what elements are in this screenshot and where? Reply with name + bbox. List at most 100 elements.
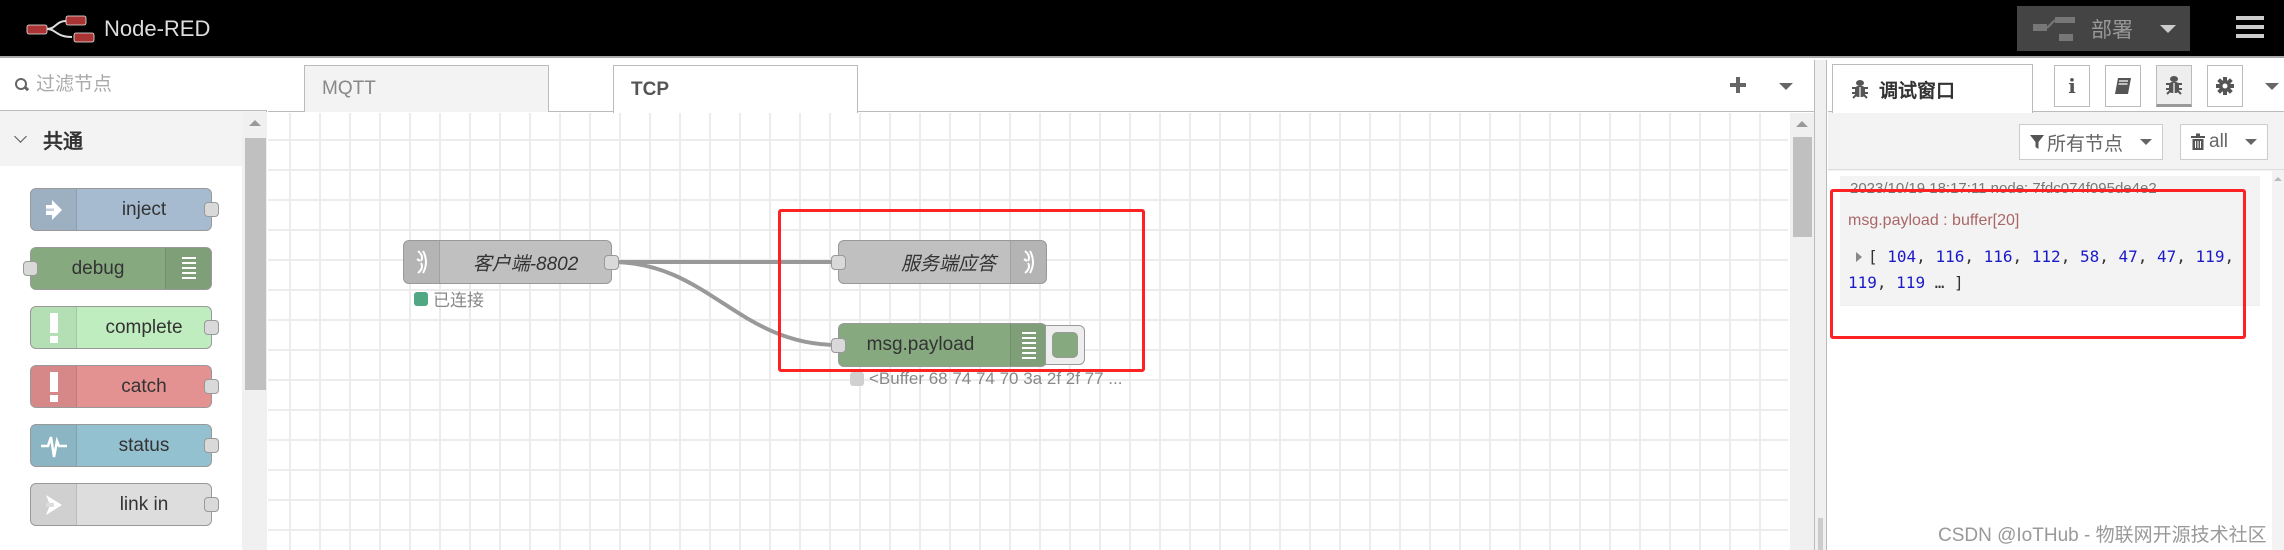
flow-canvas[interactable]: 客户端-8802 已连接 服务端应答 msg.payload <Buffer 6… bbox=[268, 113, 1788, 550]
input-port[interactable] bbox=[831, 255, 846, 270]
clear-messages-button[interactable]: all bbox=[2180, 124, 2268, 160]
filter-nodes-button[interactable]: 所有节点 bbox=[2019, 124, 2163, 160]
message-topic: msg.payload : buffer[20] bbox=[1848, 212, 2020, 229]
palette-node-inject[interactable]: inject bbox=[30, 188, 219, 231]
link-in-icon bbox=[31, 484, 77, 525]
debug-message: 2023/10/19 18:17:11 node: 7fdc074f095de4… bbox=[1840, 176, 2260, 306]
expand-arrow-icon[interactable] bbox=[1856, 252, 1862, 262]
chevron-down-icon bbox=[2245, 139, 2257, 145]
toggle-indicator bbox=[1052, 332, 1078, 358]
watermark: CSDN @IoTHub - 物联网开源技术社区 bbox=[1938, 525, 2267, 546]
tab-label: TCP bbox=[631, 78, 669, 100]
output-port[interactable] bbox=[604, 255, 619, 270]
search-icon bbox=[14, 77, 30, 93]
palette-category-header[interactable]: 共通 bbox=[0, 112, 242, 166]
palette-node-label: complete bbox=[105, 316, 183, 338]
palette-node-link-in[interactable]: link in bbox=[30, 483, 219, 526]
sidebar-tabs: 调试窗口 i bbox=[1828, 60, 2284, 113]
payload-value: 47 bbox=[2118, 247, 2138, 266]
node-status-debug: <Buffer 68 74 74 70 3a 2f 2f 77 ... bbox=[850, 369, 1122, 389]
workspace-scrollbar[interactable] bbox=[1790, 113, 1814, 550]
book-icon bbox=[2115, 78, 2131, 94]
hamburger-menu-icon[interactable] bbox=[2236, 16, 2264, 38]
status-text: 已连接 bbox=[433, 291, 484, 310]
scroll-up-icon[interactable] bbox=[1796, 121, 1808, 127]
output-port bbox=[204, 379, 219, 394]
payload-value: 116 bbox=[1983, 247, 2013, 266]
sidebar-menu-dropdown-icon[interactable] bbox=[2265, 83, 2279, 90]
sidebar-separator[interactable] bbox=[1814, 60, 1827, 550]
chevron-down-icon bbox=[14, 129, 27, 143]
resize-grip[interactable] bbox=[1818, 518, 1823, 550]
palette-node-debug[interactable]: debug bbox=[23, 247, 212, 290]
category-label: 共通 bbox=[43, 130, 83, 153]
palette-node-catch[interactable]: catch bbox=[30, 365, 219, 408]
filter-label: 所有节点 bbox=[2047, 133, 2124, 155]
deploy-label: 部署 bbox=[2091, 18, 2133, 42]
output-port bbox=[204, 497, 219, 512]
message-payload: [ 104, 116, 116, 112, 58, 47, 47, 119, 1… bbox=[1848, 247, 2235, 292]
help-button[interactable] bbox=[2105, 65, 2141, 107]
exclamation-icon bbox=[31, 366, 77, 407]
status-text: <Buffer 68 74 74 70 3a 2f 2f 77 ... bbox=[869, 369, 1123, 388]
input-port[interactable] bbox=[831, 338, 846, 353]
output-port bbox=[204, 320, 219, 335]
config-button[interactable] bbox=[2207, 65, 2243, 107]
scroll-up-icon[interactable] bbox=[2274, 177, 2282, 181]
debug-button[interactable] bbox=[2156, 65, 2192, 107]
tab-label: 调试窗口 bbox=[1879, 80, 1956, 102]
debug-message-list: 2023/10/19 18:17:11 node: 7fdc074f095de4… bbox=[1828, 171, 2284, 550]
debug-scrollbar[interactable] bbox=[2272, 171, 2284, 550]
palette-node-complete[interactable]: complete bbox=[30, 306, 219, 349]
tab-tcp[interactable]: TCP bbox=[613, 65, 858, 113]
flow-node-label: 客户端-8802 bbox=[472, 253, 579, 275]
list-icon bbox=[1010, 324, 1046, 366]
flow-node-debug[interactable]: msg.payload bbox=[831, 323, 1047, 367]
scrollbar-thumb[interactable] bbox=[1793, 137, 1812, 237]
flow-list-dropdown-icon[interactable] bbox=[1779, 83, 1793, 90]
flow-node-tcp-response[interactable]: 服务端应答 bbox=[831, 240, 1047, 284]
palette-scrollbar[interactable] bbox=[242, 112, 267, 550]
palette-node-label: catch bbox=[121, 375, 167, 397]
payload-value: 112 bbox=[2031, 247, 2061, 266]
palette-search bbox=[0, 60, 267, 111]
flow-node-tcp-client[interactable]: 客户端-8802 bbox=[403, 240, 619, 284]
gear-icon bbox=[2216, 77, 2234, 95]
filter-icon bbox=[2030, 135, 2044, 149]
workspace-tabs: MQTT TCP bbox=[268, 60, 1814, 113]
flow-node-label: 服务端应答 bbox=[900, 253, 996, 275]
add-flow-icon[interactable] bbox=[1728, 75, 1748, 95]
list-icon bbox=[165, 248, 211, 289]
scroll-up-icon[interactable] bbox=[249, 120, 261, 126]
info-button[interactable]: i bbox=[2054, 65, 2090, 107]
deploy-button[interactable]: 部署 bbox=[2017, 6, 2190, 51]
tab-mqtt[interactable]: MQTT bbox=[304, 65, 549, 112]
palette: 共通 inject debug complete bbox=[0, 60, 267, 550]
palette-node-label: status bbox=[118, 434, 170, 456]
tcp-wave-icon bbox=[1010, 241, 1046, 283]
arrow-right-icon bbox=[31, 189, 77, 230]
scrollbar-thumb[interactable] bbox=[245, 138, 266, 390]
palette-filter-input[interactable] bbox=[36, 74, 236, 96]
payload-value: 116 bbox=[1935, 247, 1965, 266]
clear-label: all bbox=[2209, 131, 2229, 152]
wire-client-to-debug bbox=[611, 260, 839, 347]
bug-icon bbox=[1852, 80, 1868, 99]
tab-label: MQTT bbox=[322, 78, 376, 99]
debug-toggle-button[interactable] bbox=[1045, 325, 1085, 365]
header: Node-RED 部署 bbox=[0, 0, 2284, 58]
bug-icon bbox=[2166, 76, 2182, 95]
flow-node-label: msg.payload bbox=[866, 334, 975, 355]
tab-debug[interactable]: 调试窗口 bbox=[1832, 64, 2033, 113]
tcp-wave-icon bbox=[404, 241, 440, 283]
payload-value: 119 bbox=[1848, 273, 1877, 292]
deploy-dropdown-icon[interactable] bbox=[2160, 25, 2176, 33]
app-title: Node-RED bbox=[104, 16, 211, 41]
chevron-down-icon bbox=[2140, 139, 2152, 145]
info-icon: i bbox=[2068, 74, 2076, 98]
palette-node-label: inject bbox=[121, 198, 167, 220]
input-port bbox=[23, 261, 38, 276]
workspace: MQTT TCP 客户端-8802 已连接 服务端应答 msg.payload … bbox=[268, 60, 1814, 550]
palette-node-status[interactable]: status bbox=[30, 424, 219, 467]
payload-value: 104 bbox=[1887, 247, 1917, 266]
